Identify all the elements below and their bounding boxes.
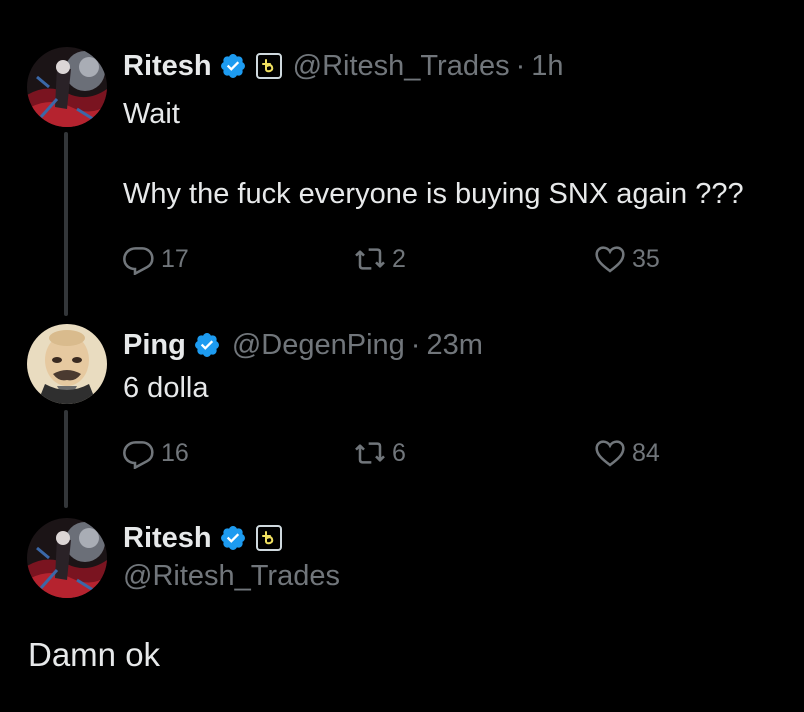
affiliate-badge-icon[interactable] (255, 53, 282, 79)
avatar-ritesh[interactable] (27, 47, 107, 127)
verified-badge-icon[interactable] (193, 331, 221, 359)
tweet-header: Ritesh @Ritesh_Trades · 1h (123, 46, 564, 86)
separator-dot: · (515, 49, 526, 82)
reply-button[interactable]: 16 (123, 433, 189, 473)
separator-dot: · (410, 328, 421, 361)
reply-icon (123, 247, 154, 275)
heart-icon (595, 440, 625, 467)
thread-line (64, 132, 68, 316)
tweet-text-line: Why the fuck everyone is buying SNX agai… (123, 178, 744, 210)
repost-icon (355, 248, 385, 270)
like-count: 84 (632, 438, 660, 467)
tweet-thread: Ritesh @Ritesh_Trades · 1h Wait Why the … (0, 0, 804, 712)
tweet-text-line: 6 dolla (123, 372, 209, 404)
repost-button[interactable]: 2 (354, 239, 406, 279)
thread-line (64, 410, 68, 508)
repost-icon (355, 442, 385, 464)
reply-icon (123, 441, 154, 469)
like-count: 35 (632, 244, 660, 273)
tweet-header: Ritesh (123, 518, 282, 558)
reply-count: 16 (161, 438, 189, 467)
repost-count: 6 (392, 438, 406, 467)
handle[interactable]: @Ritesh_Trades (293, 50, 510, 83)
avatar-ritesh[interactable] (27, 518, 107, 598)
display-name[interactable]: Ping (123, 329, 186, 362)
reply-button[interactable]: 17 (123, 239, 189, 279)
tweet-actions: 16 6 84 (123, 433, 683, 473)
main-tweet-text: Damn ok (28, 636, 161, 673)
tweet-actions: 17 2 35 (123, 239, 683, 279)
display-name[interactable]: Ritesh (123, 50, 212, 83)
like-button[interactable]: 84 (594, 433, 660, 473)
handle[interactable]: @DegenPing (232, 329, 405, 362)
tweet-text-line (123, 134, 744, 174)
repost-button[interactable]: 6 (354, 433, 406, 473)
verified-badge-icon[interactable] (219, 524, 247, 552)
affiliate-badge-icon[interactable] (255, 525, 282, 551)
heart-icon (595, 246, 625, 273)
avatar-ping[interactable] (27, 324, 107, 404)
handle[interactable]: @Ritesh_Trades (123, 560, 340, 593)
timestamp[interactable]: 1h (531, 50, 563, 83)
repost-count: 2 (392, 244, 406, 273)
tweet-text: 6 dolla (123, 368, 208, 408)
tweet-header: Ping @DegenPing · 23m (123, 325, 483, 365)
reply-count: 17 (161, 244, 189, 273)
tweet-text-line: Wait (123, 98, 180, 130)
verified-badge-icon[interactable] (219, 52, 247, 80)
like-button[interactable]: 35 (594, 239, 660, 279)
display-name[interactable]: Ritesh (123, 522, 212, 555)
timestamp[interactable]: 23m (426, 329, 482, 362)
tweet-text: Wait Why the fuck everyone is buying SNX… (123, 94, 744, 214)
